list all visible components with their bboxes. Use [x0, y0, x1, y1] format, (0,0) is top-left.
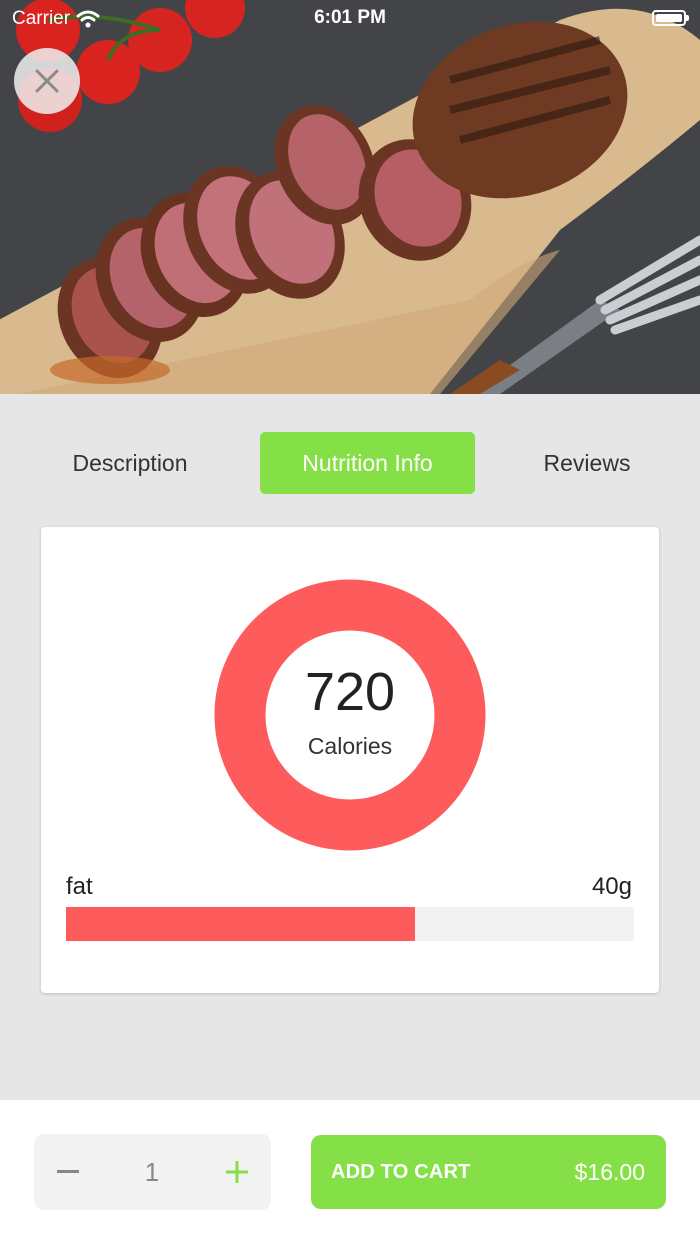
add-to-cart-label: ADD TO CART	[331, 1160, 471, 1183]
minus-icon	[57, 1170, 79, 1173]
close-button[interactable]	[14, 48, 80, 114]
cart-price: $16.00	[574, 1158, 645, 1185]
status-time: 6:01 PM	[314, 7, 386, 28]
battery-icon	[652, 10, 689, 26]
tab-nutrition-info[interactable]: Nutrition Info	[260, 432, 475, 494]
tab-reviews[interactable]: Reviews	[510, 432, 664, 494]
tab-description[interactable]: Description	[40, 432, 220, 494]
quantity-stepper: 1	[34, 1134, 271, 1210]
status-bar: Carrier 6:01 PM	[0, 0, 700, 38]
quantity-value: 1	[144, 1156, 160, 1187]
decrement-button[interactable]	[34, 1134, 102, 1210]
calories-value: 720	[304, 661, 396, 722]
increment-button[interactable]	[203, 1134, 271, 1210]
nutrition-card: 720 Calories fat 40g	[41, 527, 659, 993]
calories-summary: 720 Calories	[214, 579, 486, 851]
add-to-cart-button[interactable]: ADD TO CART $16.00	[311, 1135, 666, 1209]
food-hero-image	[0, 0, 700, 394]
close-icon	[35, 69, 59, 93]
nutrient-name: fat	[66, 873, 93, 900]
plus-icon	[226, 1161, 248, 1183]
calories-label: Calories	[307, 732, 393, 759]
nutrient-value: 40g	[591, 873, 632, 900]
detail-tabs: Description Nutrition Info Reviews	[0, 432, 700, 494]
nutrient-progress-bar	[66, 907, 634, 941]
bottom-action-bar: 1 ADD TO CART $16.00	[0, 1100, 700, 1244]
steak-illustration	[0, 0, 700, 394]
nutrient-progress-fill	[66, 907, 416, 941]
